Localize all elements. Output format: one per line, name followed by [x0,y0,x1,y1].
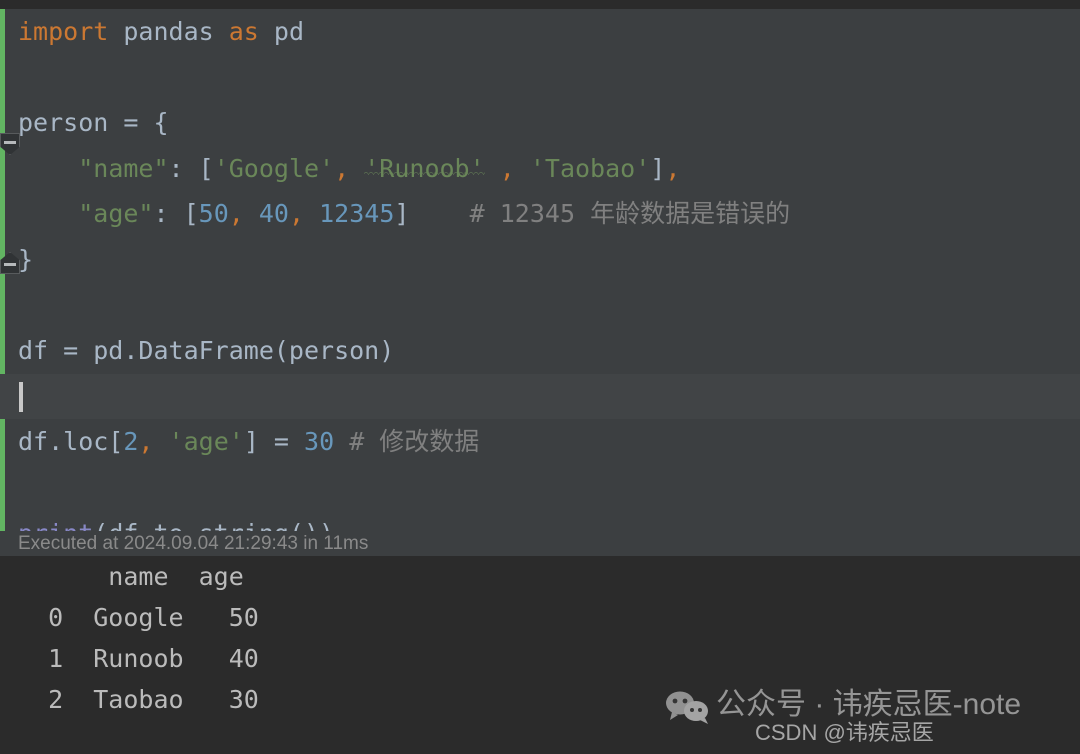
code-line[interactable] [0,55,1080,101]
code-token: df = pd.DataFrame(person) [18,336,395,366]
code-line[interactable]: } [0,237,1080,283]
code-token: ] = [243,427,305,457]
code-line[interactable]: "age": [50, 40, 12345] # 12345 年龄数据是错误的 [0,191,1080,237]
code-token: 12345 [319,199,395,229]
code-line[interactable]: import pandas as pd [0,9,1080,55]
code-token: : [ [168,153,214,183]
code-token: 'Taobao' [529,153,651,183]
code-line[interactable] [0,373,1080,420]
text-caret [19,381,23,412]
output-line: 1 Runoob 40 [18,644,259,673]
output-line: name age [18,562,244,591]
output-line: 2 Taobao 30 [18,685,259,714]
code-token: 30 [304,427,335,457]
code-token: person = { [18,108,169,138]
code-token: ] [650,153,666,183]
window-top-strip [0,0,1080,9]
code-token: # 修改数据 [349,427,480,457]
code-token: } [18,244,34,274]
fold-close-icon[interactable] [0,252,20,274]
code-token: , [288,199,305,229]
execution-status-line: Executed at 2024.09.04 21:29:43 in 11ms [0,531,1080,556]
code-token: , [334,153,350,183]
output-lines-container: name age 0 Google 50 1 Runoob 40 2 Taoba… [0,556,1080,720]
fold-open-icon[interactable] [0,133,20,155]
code-line[interactable]: df.loc[2, 'age'] = 30 # 修改数据 [0,419,1080,465]
code-token: import [18,17,109,46]
code-token: ] [394,199,410,229]
code-line[interactable]: person = { [0,100,1080,146]
spellcheck-token: 'Runoob' [364,153,485,183]
code-lines-container[interactable]: import pandas as pd person = { "name": ['… [0,9,1080,556]
code-token: , [499,153,515,183]
code-line[interactable]: "name": ['Google', 'Runoob' , 'Taobao'], [0,146,1080,192]
code-editor-screenshot: import pandas as pd person = { "name": ['… [0,0,1080,754]
code-token: , [138,427,154,457]
code-editor-pane[interactable]: import pandas as pd person = { "name": ['… [0,9,1080,556]
code-line[interactable] [0,465,1080,511]
code-token: 40 [258,199,289,229]
code-token: : [ [153,199,199,229]
code-token: , [665,153,681,183]
code-token: # 12345 年龄数据是错误的 [469,199,791,229]
code-token: as [228,17,259,46]
code-token: pd [258,17,304,46]
code-token: 'age' [168,427,244,457]
code-token: 50 [198,199,229,229]
code-token: 'Google' [213,153,335,183]
code-line[interactable]: df = pd.DataFrame(person) [0,328,1080,374]
console-output-pane[interactable]: name age 0 Google 50 1 Runoob 40 2 Taoba… [0,556,1080,754]
output-line: 0 Google 50 [18,603,259,632]
code-token: "age" [78,199,154,229]
code-token: pandas [108,17,229,46]
code-token: "name" [78,153,169,183]
code-token: , [228,199,244,229]
code-token: 2 [123,427,139,457]
code-token: df.loc[ [18,427,124,457]
execution-status-text: Executed at 2024.09.04 21:29:43 in 11ms [18,533,369,554]
code-line[interactable] [0,283,1080,329]
